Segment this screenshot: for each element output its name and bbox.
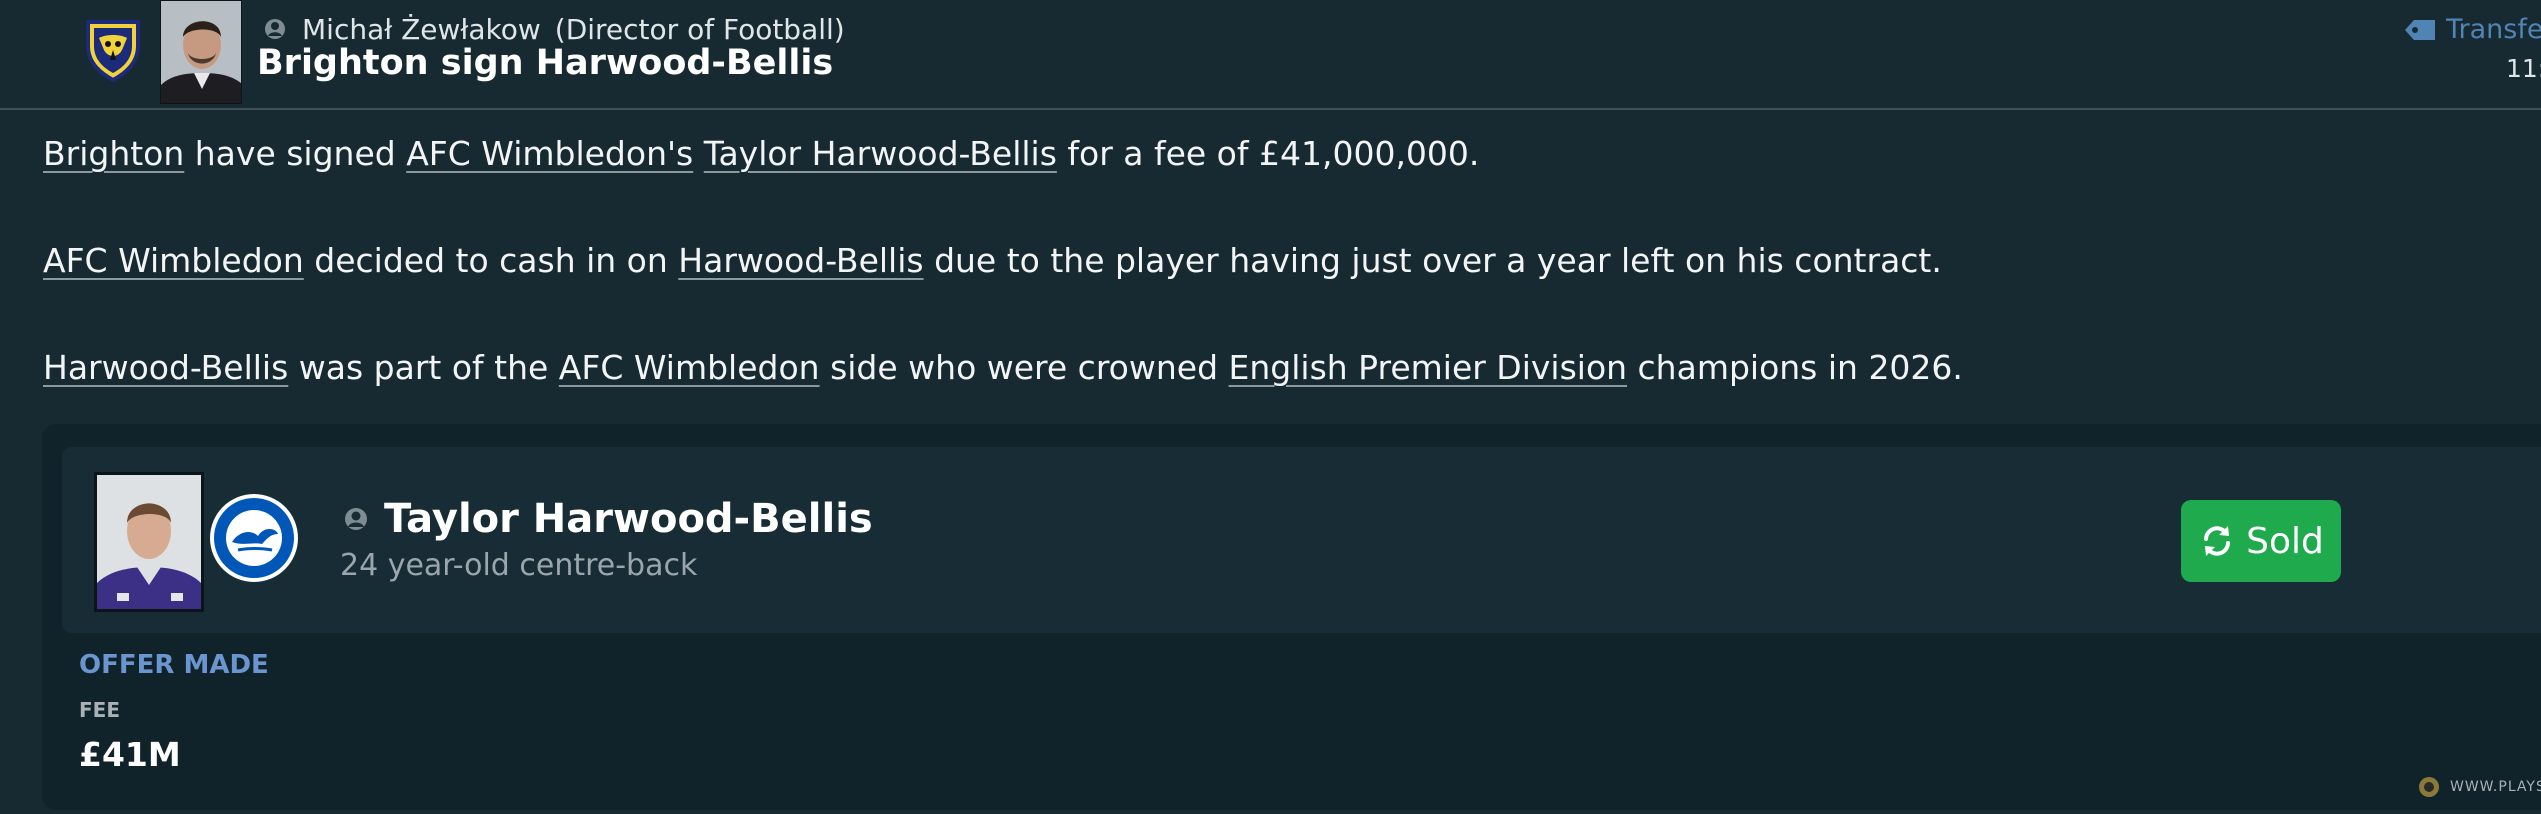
afc-wimbledon-crest-icon[interactable] [84,16,142,82]
sender-name[interactable]: Michał Żewłakow [302,13,541,46]
sender-line: Michał Żewłakow (Director of Football) [264,12,845,46]
news-body: Brighton have signed AFC Wimbledon's Tay… [43,130,2503,392]
club-link-afc-wimbledon[interactable]: AFC Wimbledon [43,241,304,280]
text-segment [693,134,704,173]
player-link-harwood-bellis[interactable]: Taylor Harwood-Bellis [704,134,1057,173]
text-segment: side who were crowned [819,348,1229,387]
player-photo[interactable] [94,472,204,612]
text-segment: decided to cash in on [303,241,679,280]
sold-label: Sold [2246,520,2324,562]
fee-value: £41M [79,735,181,774]
competition-link-english-premier-division[interactable]: English Premier Division [1229,348,1628,387]
sender-role: (Director of Football) [554,12,845,46]
news-header: Michał Żewłakow (Director of Football) B… [0,0,2541,108]
club-link-afc-wimbledon[interactable]: AFC Wimbledon's [406,134,693,173]
text-segment: have signed [184,134,407,173]
sold-status-button[interactable]: Sold [2181,500,2341,582]
category-tag[interactable]: Transfe [2404,14,2541,45]
news-headline: Brighton sign Harwood-Bellis [257,43,834,83]
tag-icon [2405,19,2435,40]
person-icon [265,19,285,39]
news-time: 11:3 [2506,54,2541,83]
text-segment: for a fee of £41,000,000. [1056,134,1480,173]
watermark-logo-icon [2419,777,2439,797]
offer-made-title: OFFER MADE [79,650,269,680]
paragraph-3: Harwood-Bellis was part of the AFC Wimbl… [43,344,2503,392]
watermark: WWW.PLAYSM.CC [2418,776,2541,798]
sender-photo-avatar[interactable] [160,0,242,104]
player-name-row: Taylor Harwood-Bellis [344,496,873,542]
refresh-arrows-icon [2204,526,2231,556]
club-link-brighton[interactable]: Brighton [43,134,184,173]
header-divider [0,108,2541,110]
text-segment: due to the player having just over a yea… [923,241,1942,280]
watermark-text: WWW.PLAYSM.CC [2450,779,2541,795]
paragraph-1: Brighton have signed AFC Wimbledon's Tay… [43,130,2503,178]
text-segment: champions in 2026. [1627,348,1963,387]
club-link-afc-wimbledon[interactable]: AFC Wimbledon [559,348,820,387]
fee-label: FEE [79,698,120,722]
category-label: Transfe [2446,14,2541,45]
paragraph-2: AFC Wimbledon decided to cash in on Harw… [43,237,2503,285]
news-item-page: Michał Żewłakow (Director of Football) B… [0,0,2541,814]
person-icon [345,508,367,530]
player-description: 24 year-old centre-back [340,548,698,583]
brighton-badge-icon[interactable] [208,492,300,584]
text-segment: was part of the [288,348,559,387]
player-link-harwood-bellis[interactable]: Harwood-Bellis [43,348,288,387]
player-name[interactable]: Taylor Harwood-Bellis [384,496,873,542]
player-link-harwood-bellis[interactable]: Harwood-Bellis [678,241,923,280]
offer-section: OFFER MADE FEE £41M [79,650,269,774]
